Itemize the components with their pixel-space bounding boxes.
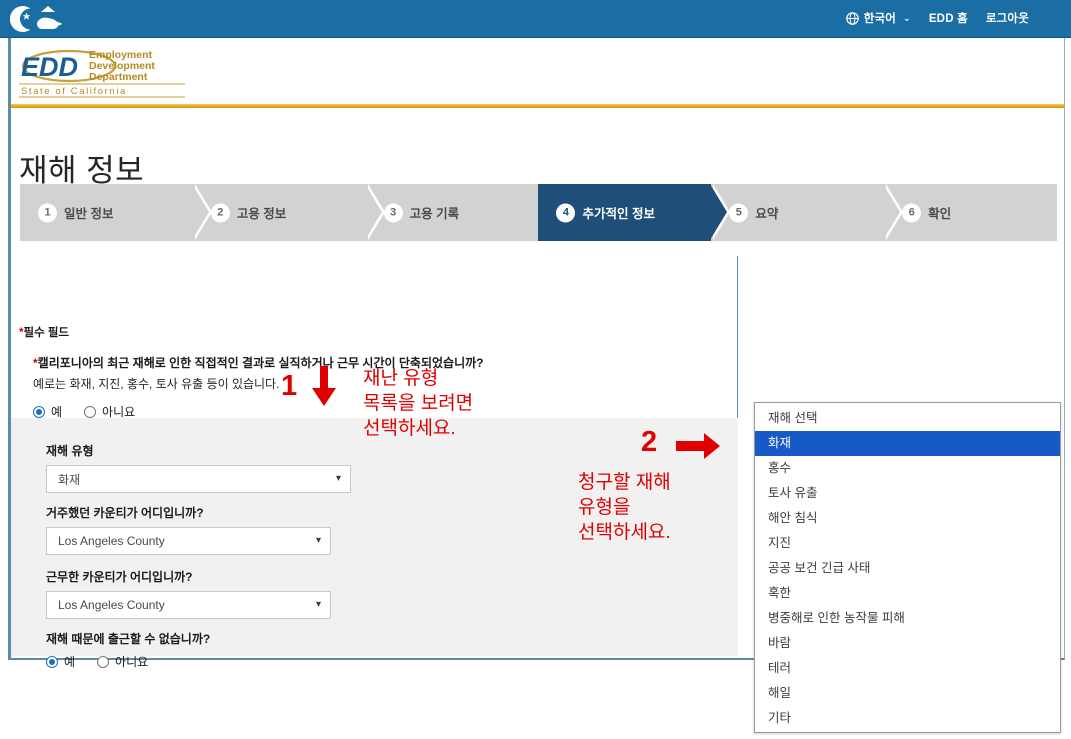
- disaster-type-value: 화재: [58, 471, 80, 488]
- required-note-label: 필수 필드: [23, 327, 69, 339]
- step-2-label: 고용 정보: [237, 203, 286, 222]
- annotation-2-num-text: 2: [641, 426, 657, 458]
- county-lived-label: 거주했던 카운티가 어디입니까?: [46, 504, 331, 521]
- svg-text:Department: Department: [89, 71, 148, 83]
- brand-band: EDD Employment Development Department St…: [11, 38, 1064, 103]
- county-lived-select[interactable]: Los Angeles County ▾: [46, 527, 331, 555]
- annotation-1-num-text: 1: [281, 370, 297, 402]
- radio-disaster-yes-control[interactable]: [33, 406, 45, 418]
- county-worked-value: Los Angeles County: [58, 598, 165, 612]
- step-2-number: 2: [211, 203, 230, 222]
- step-1-label: 일반 정보: [64, 203, 113, 222]
- step-3-number: 3: [384, 203, 403, 222]
- edd-home-link[interactable]: EDD 홈: [929, 10, 968, 26]
- radio-cannot-work-yes-control[interactable]: [46, 656, 58, 668]
- cannot-work-radios: 예 아니요: [46, 653, 210, 670]
- dropdown-option-8[interactable]: 병중해로 인한 농작물 피해: [755, 606, 1060, 631]
- step-5[interactable]: 5 요약: [711, 184, 884, 241]
- radio-cannot-work-no-control[interactable]: [97, 656, 109, 668]
- step-4-label: 추가적인 정보: [582, 203, 654, 222]
- radio-cannot-work-yes-label: 예: [64, 653, 75, 670]
- logout-link[interactable]: 로그아웃: [986, 10, 1029, 26]
- language-selector[interactable]: 한국어 ⌄: [846, 10, 911, 26]
- dropdown-option-11[interactable]: 해일: [755, 681, 1060, 706]
- language-label: 한국어: [864, 10, 896, 26]
- dropdown-option-0[interactable]: 재해 선택: [755, 406, 1060, 431]
- step-2[interactable]: 2 고용 정보: [193, 184, 366, 241]
- field-cannot-work: 재해 때문에 출근할 수 없습니까? 예 아니요: [46, 630, 210, 670]
- gold-divider: [11, 104, 1064, 108]
- step-1[interactable]: 1 일반 정보: [20, 184, 193, 241]
- radio-cannot-work-no[interactable]: 아니요: [97, 653, 148, 670]
- field-county-lived: 거주했던 카운티가 어디입니까? Los Angeles County ▾: [46, 504, 331, 555]
- svg-text:State of California: State of California: [21, 86, 127, 97]
- arrow-down-icon: [309, 366, 339, 413]
- step-3[interactable]: 3 고용 기록: [366, 184, 539, 241]
- dropdown-option-12[interactable]: 기타: [755, 706, 1060, 731]
- county-lived-value: Los Angeles County: [58, 534, 165, 548]
- disaster-type-dropdown-list[interactable]: 재해 선택 화재 홍수 토사 유출 해안 침식 지진 공공 보건 긴급 사태 혹…: [754, 402, 1061, 733]
- chevron-down-icon: ▾: [316, 536, 321, 546]
- form-panel: *필수 필드 *캘리포니아의 최근 재해로 인한 직접적인 결과로 실직하거나 …: [11, 256, 738, 656]
- edd-logo[interactable]: EDD Employment Development Department St…: [17, 46, 187, 98]
- step-4-number: 4: [556, 203, 575, 222]
- step-6[interactable]: 6 확인: [884, 184, 1057, 241]
- dropdown-option-7[interactable]: 혹한: [755, 581, 1060, 606]
- step-1-number: 1: [38, 203, 57, 222]
- cannot-work-label: 재해 때문에 출근할 수 없습니까?: [46, 630, 210, 647]
- dropdown-option-3[interactable]: 토사 유출: [755, 481, 1060, 506]
- radio-cannot-work-yes[interactable]: 예: [46, 653, 75, 670]
- chevron-down-icon: ▾: [336, 474, 341, 484]
- dropdown-option-6[interactable]: 공공 보건 긴급 사태: [755, 556, 1060, 581]
- dropdown-option-2[interactable]: 홍수: [755, 456, 1060, 481]
- field-county-worked: 근무한 카운티가 어디입니까? Los Angeles County ▾: [46, 568, 331, 619]
- disaster-type-select[interactable]: 화재 ▾: [46, 465, 351, 493]
- globe-icon: [846, 12, 859, 25]
- annotation-2-text: 청구할 재해 유형을 선택하세요.: [578, 470, 671, 545]
- radio-cannot-work-no-label: 아니요: [115, 653, 148, 670]
- page-root: 한국어 ⌄ EDD 홈 로그아웃 EDD Employment Developm…: [0, 0, 1071, 739]
- annotation-1-text: 재난 유형 목록을 보려면 선택하세요.: [363, 366, 473, 441]
- county-worked-select[interactable]: Los Angeles County ▾: [46, 591, 331, 619]
- progress-stepper: 1 일반 정보 2 고용 정보 3 고용 기록 4 추가적인 정보 5 요약 6…: [20, 184, 1057, 241]
- annotation-2-number: 2: [641, 428, 657, 457]
- step-3-label: 고용 기록: [410, 203, 459, 222]
- chevron-down-icon: ▾: [316, 600, 321, 610]
- county-worked-label: 근무한 카운티가 어디입니까?: [46, 568, 331, 585]
- dropdown-option-9[interactable]: 바람: [755, 631, 1060, 656]
- step-6-number: 6: [902, 203, 921, 222]
- dropdown-option-5[interactable]: 지진: [755, 531, 1060, 556]
- step-4[interactable]: 4 추가적인 정보: [538, 184, 711, 241]
- step-5-number: 5: [729, 203, 748, 222]
- edd-logo-svg: EDD Employment Development Department St…: [17, 46, 187, 98]
- disaster-type-label: 재해 유형: [46, 442, 351, 459]
- dropdown-option-4[interactable]: 해안 침식: [755, 506, 1060, 531]
- ca-state-logo[interactable]: [10, 3, 68, 35]
- top-nav: 한국어 ⌄ EDD 홈 로그아웃: [846, 10, 1029, 26]
- dropdown-option-1[interactable]: 화재: [755, 431, 1060, 456]
- step-6-label: 확인: [928, 203, 951, 222]
- chevron-down-icon: ⌄: [903, 14, 911, 23]
- required-fields-note: *필수 필드: [19, 324, 69, 340]
- radio-disaster-no-control[interactable]: [84, 406, 96, 418]
- top-utility-bar: 한국어 ⌄ EDD 홈 로그아웃: [0, 0, 1071, 38]
- field-disaster-type: 재해 유형 화재 ▾: [46, 442, 351, 493]
- step-5-label: 요약: [755, 203, 778, 222]
- ca-logo-svg: [10, 3, 68, 35]
- svg-text:EDD: EDD: [21, 52, 78, 82]
- arrow-right-icon: [676, 431, 722, 466]
- annotation-1-number: 1: [281, 372, 297, 401]
- dropdown-option-10[interactable]: 테러: [755, 656, 1060, 681]
